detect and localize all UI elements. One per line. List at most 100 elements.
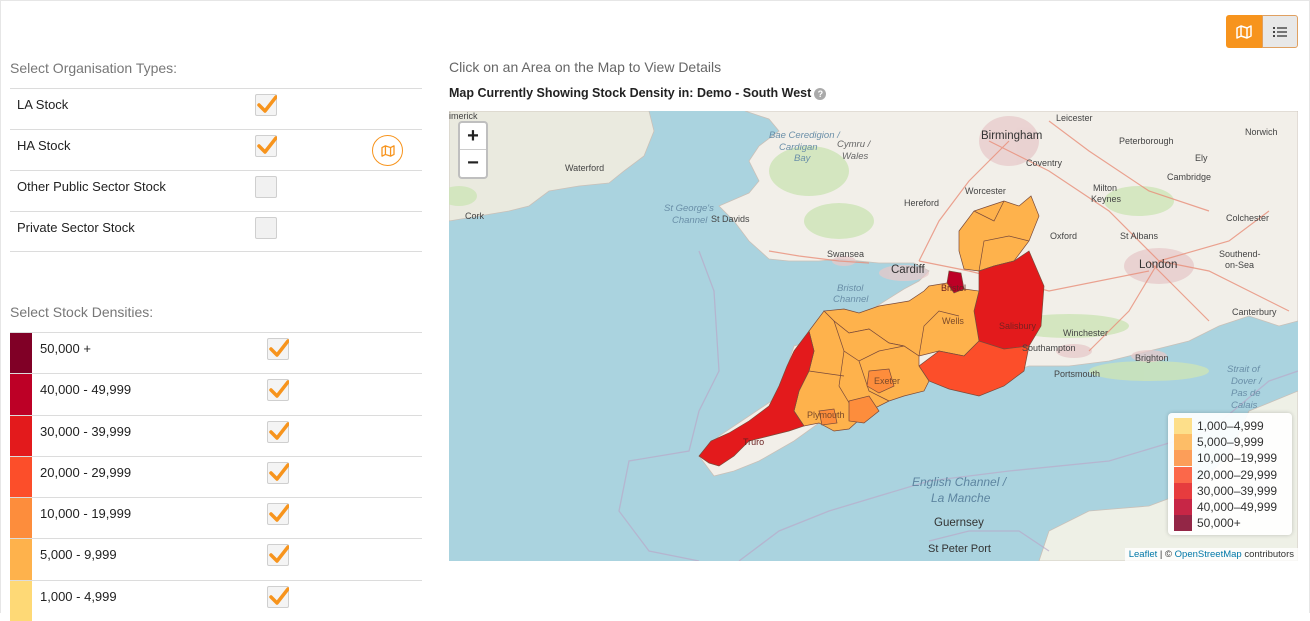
org-types-table: LA Stock HA Stock Other Public Sector St…	[10, 88, 422, 252]
legend-swatch	[1174, 466, 1192, 483]
la-stock-checkbox[interactable]	[255, 94, 277, 116]
density-swatch	[10, 580, 32, 621]
info-icon[interactable]: ?	[814, 88, 827, 100]
place-label: Brighton	[1135, 353, 1169, 363]
density-checkbox[interactable]	[267, 544, 289, 567]
place-label: Calais	[1231, 400, 1258, 411]
legend-label: 1,000–4,999	[1197, 419, 1264, 434]
place-label: Southend-	[1219, 249, 1261, 259]
view-toggle	[1226, 15, 1298, 48]
place-label: Channel	[672, 215, 708, 226]
map-heading-text: Map Currently Showing Stock Density in: …	[449, 86, 812, 100]
map-view-button[interactable]	[1226, 15, 1262, 48]
density-checkbox[interactable]	[267, 379, 289, 402]
legend-swatch	[1174, 515, 1192, 532]
place-label: Coventry	[1026, 158, 1063, 168]
legend-item: 20,000–29,999	[1174, 466, 1286, 483]
checkmark-icon	[269, 587, 289, 605]
density-label: 5,000 - 9,999	[40, 547, 117, 563]
place-label: Plymouth	[807, 410, 845, 420]
checkmark-icon	[269, 380, 289, 399]
org-label: HA Stock	[17, 138, 71, 153]
place-label: Wales	[842, 151, 869, 162]
zoom-out-button[interactable]: −	[460, 150, 486, 177]
attribution-suffix: contributors	[1241, 549, 1294, 560]
densities-table: 50,000 + 40,000 - 49,999 30,000 - 39,999 20…	[10, 332, 422, 621]
density-checkbox[interactable]	[267, 338, 289, 360]
density-row: 1,000 - 4,999	[10, 579, 422, 621]
checkmark-icon	[269, 421, 289, 440]
map[interactable]: imerick Waterford Cork St George's Chann…	[449, 111, 1298, 561]
org-row-other-public: Other Public Sector Stock	[10, 170, 422, 211]
map-hint: Click on an Area on the Map to View Deta…	[449, 59, 722, 75]
place-label: Colchester	[1226, 213, 1270, 223]
place-label: Wells	[942, 316, 964, 326]
legend-item: 10,000–19,999	[1174, 450, 1286, 467]
org-row-ha-stock: HA Stock	[10, 129, 422, 170]
place-label: Bristol	[941, 283, 967, 293]
legend-label: 10,000–19,999	[1197, 451, 1278, 466]
org-types-title: Select Organisation Types:	[10, 60, 178, 76]
zoom-in-button[interactable]: +	[460, 123, 486, 150]
place-label: La Manche	[931, 491, 991, 505]
density-label: 10,000 - 19,999	[40, 506, 132, 522]
density-swatch	[10, 415, 32, 456]
legend-label: 30,000–39,999	[1197, 483, 1278, 498]
place-label: St George's	[664, 203, 714, 214]
density-label: 20,000 - 29,999	[40, 464, 132, 480]
private-sector-checkbox[interactable]	[255, 217, 277, 239]
density-row: 50,000 +	[10, 332, 422, 374]
place-label: Cork	[465, 211, 485, 221]
place-label: Cardiff	[891, 264, 925, 276]
place-label: Bristol	[837, 283, 864, 294]
place-label: Hereford	[904, 198, 940, 208]
place-label: Salisbury	[999, 321, 1037, 331]
legend-item: 30,000–39,999	[1174, 482, 1286, 499]
map-heading: Map Currently Showing Stock Density in: …	[449, 86, 827, 100]
density-checkbox[interactable]	[267, 585, 289, 608]
ha-stock-checkbox[interactable]	[255, 135, 277, 157]
place-label: Canterbury	[1232, 307, 1277, 317]
place-label: Cymru /	[837, 139, 871, 150]
place-label: imerick	[449, 111, 478, 121]
place-label: St Albans	[1120, 231, 1159, 241]
density-checkbox[interactable]	[267, 503, 289, 526]
legend-label: 20,000–29,999	[1197, 467, 1278, 482]
legend-swatch	[1174, 499, 1192, 516]
org-row-la-stock: LA Stock	[10, 88, 422, 129]
place-label: Waterford	[565, 163, 605, 173]
checkmark-icon	[269, 339, 289, 357]
legend-item: 5,000–9,999	[1174, 434, 1286, 451]
place-label: Southampton	[1022, 343, 1076, 353]
legend-swatch	[1174, 482, 1192, 499]
map-icon	[1236, 24, 1252, 39]
ha-stock-map-button[interactable]	[372, 135, 403, 166]
place-label: Dover /	[1231, 376, 1262, 387]
place-label: Pas de	[1231, 388, 1261, 399]
osm-link[interactable]: OpenStreetMap	[1175, 549, 1242, 560]
checkmark-icon	[269, 504, 289, 522]
density-row: 30,000 - 39,999	[10, 414, 422, 456]
density-swatch	[10, 539, 32, 580]
legend-item: 1,000–4,999	[1174, 418, 1286, 435]
attribution-separator: | ©	[1157, 549, 1175, 560]
density-checkbox[interactable]	[267, 461, 289, 484]
density-row: 40,000 - 49,999	[10, 373, 422, 415]
place-label: English Channel /	[912, 475, 1007, 489]
place-label: Channel	[833, 294, 869, 305]
density-row: 5,000 - 9,999	[10, 538, 422, 580]
density-row: 20,000 - 29,999	[10, 455, 422, 498]
density-swatch	[10, 498, 32, 539]
legend-item: 50,000+	[1174, 515, 1286, 532]
density-label: 30,000 - 39,999	[40, 423, 132, 439]
list-view-button[interactable]	[1262, 15, 1298, 48]
leaflet-link[interactable]: Leaflet	[1129, 549, 1158, 560]
place-label: Winchester	[1063, 328, 1109, 338]
other-public-checkbox[interactable]	[255, 176, 277, 198]
place-label: Leicester	[1056, 113, 1093, 123]
map-attribution: Leaflet | © OpenStreetMap contributors	[1124, 548, 1298, 561]
density-checkbox[interactable]	[267, 420, 289, 443]
checkmark-icon	[257, 136, 277, 154]
place-label: Truro	[743, 437, 765, 447]
density-label: 50,000 +	[40, 341, 91, 356]
